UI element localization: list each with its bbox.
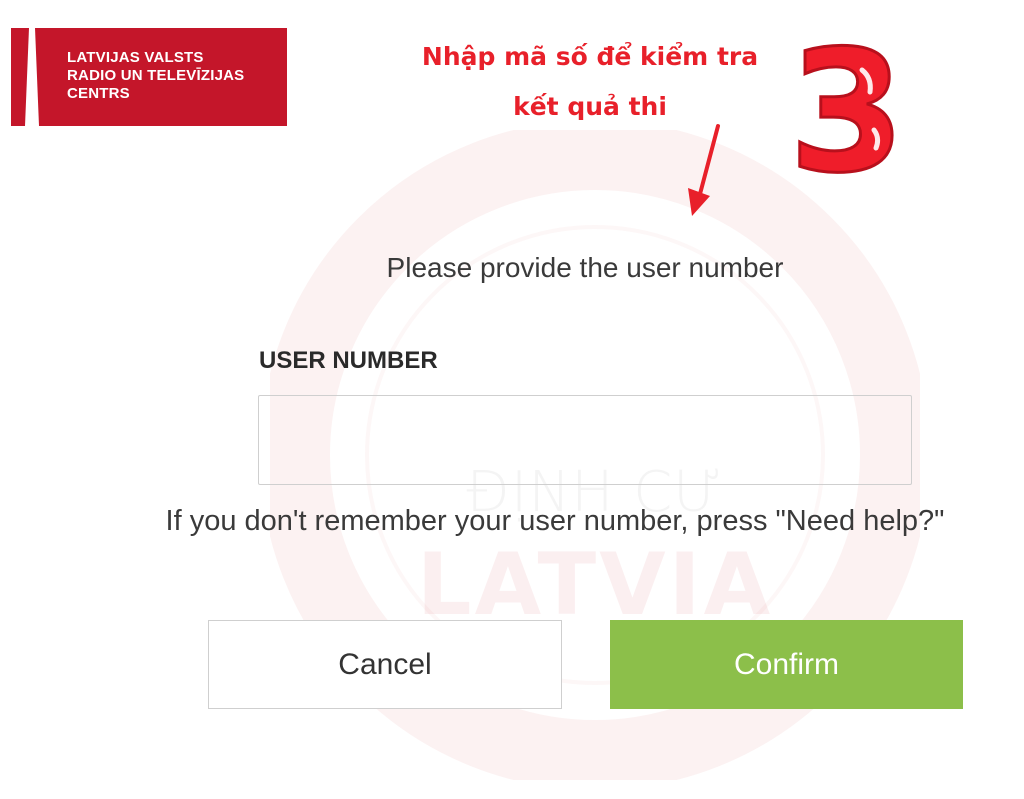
logo-text: LATVIJAS VALSTS RADIO UN TELEVĪZIJAS CEN… xyxy=(67,49,244,103)
tower-icon xyxy=(5,28,39,126)
user-number-label: USER NUMBER xyxy=(259,347,438,374)
annotation-line-1: Nhập mã số để kiểm tra xyxy=(421,42,759,71)
annotation-line-2: kết quả thi xyxy=(513,92,667,121)
logo-line-3: CENTRS xyxy=(67,85,130,102)
step-number-icon: 3 xyxy=(792,30,902,185)
page-prompt: Please provide the user number xyxy=(386,252,784,283)
confirm-button[interactable]: Confirm xyxy=(610,620,963,709)
red-arrow-icon xyxy=(688,124,720,216)
lvrtc-logo: LATVIJAS VALSTS RADIO UN TELEVĪZIJAS CEN… xyxy=(5,28,287,126)
user-number-input[interactable] xyxy=(258,395,912,485)
step-number: 3 xyxy=(792,30,902,185)
logo-line-1: LATVIJAS VALSTS xyxy=(67,49,204,66)
help-hint: If you don't remember your user number, … xyxy=(165,505,945,537)
cancel-button[interactable]: Cancel xyxy=(208,620,562,709)
logo-line-2: RADIO UN TELEVĪZIJAS xyxy=(67,67,245,84)
annotation-text: Nhập mã số để kiểm tra kết quả thi xyxy=(395,32,785,132)
